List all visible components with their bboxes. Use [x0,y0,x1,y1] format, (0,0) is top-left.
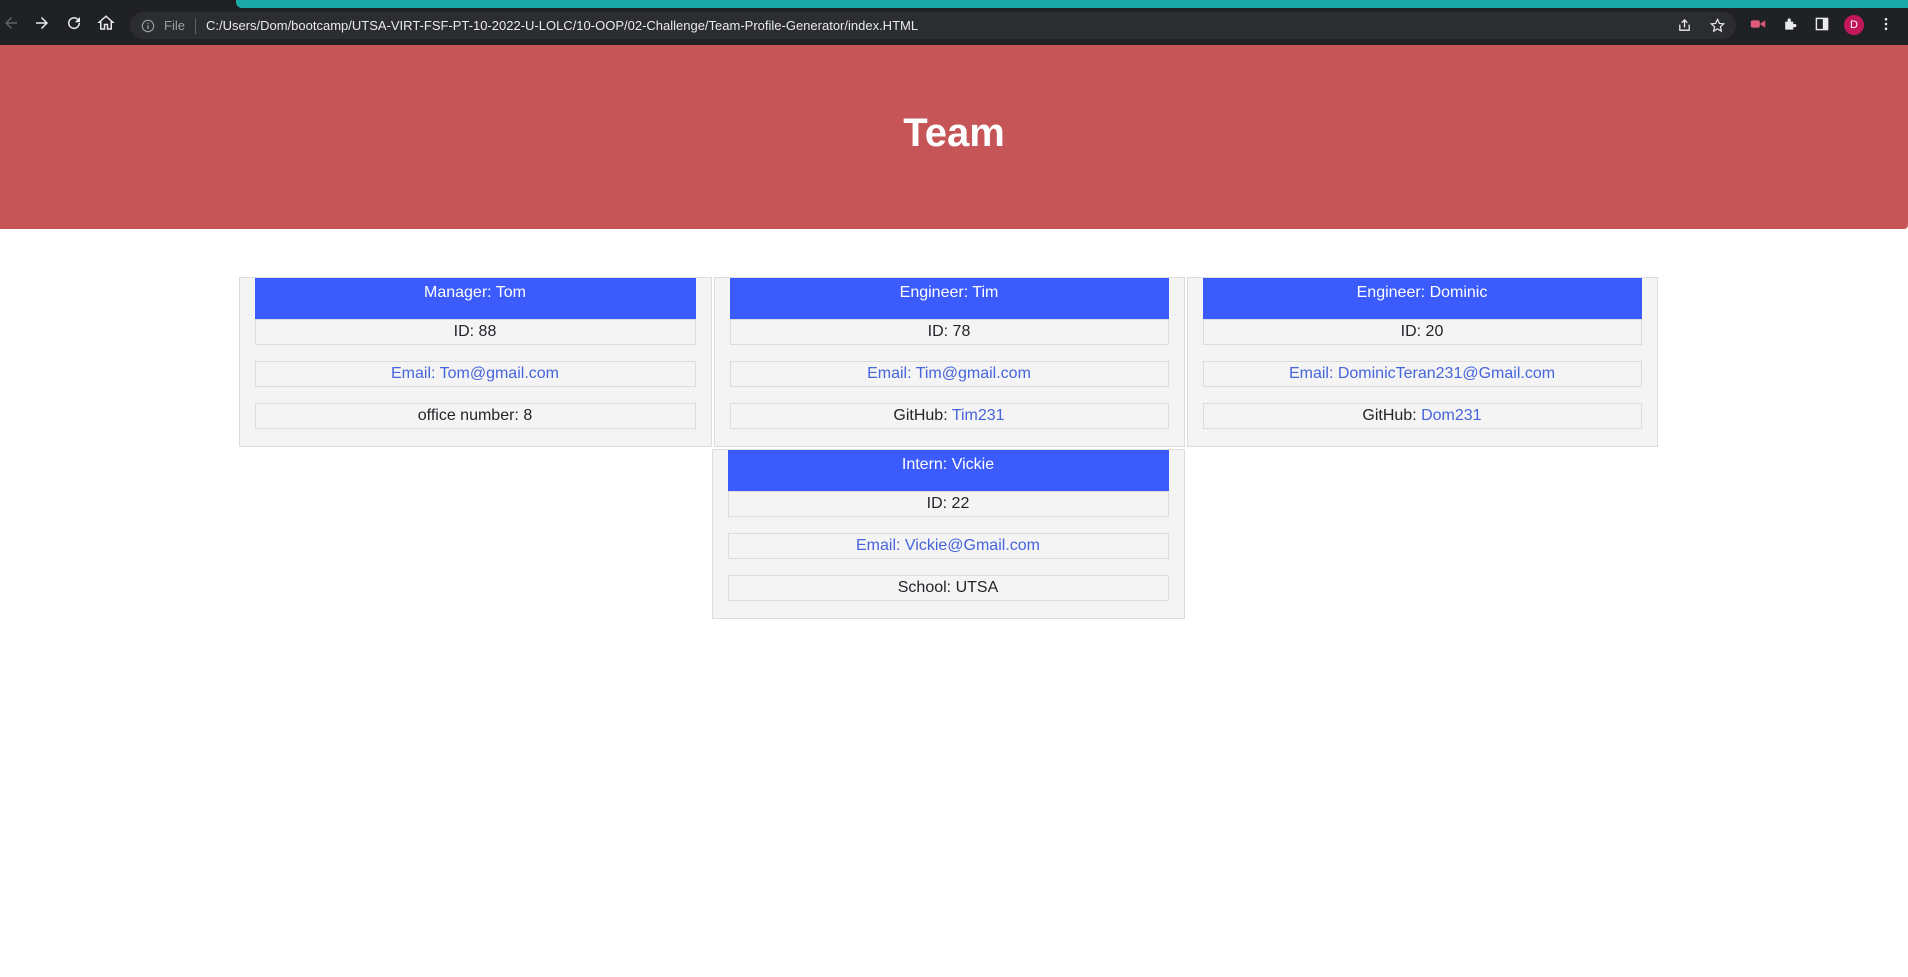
file-scheme-label: File [164,18,185,33]
card-header: Manager: Tom [254,278,696,319]
member-office-number: office number: 8 [254,403,696,429]
member-email-link[interactable]: Email: DominicTeran231@Gmail.com [1202,361,1642,387]
card-header: Engineer: Dominic [1202,278,1642,319]
member-github: GitHub: Dom231 [1202,403,1642,429]
share-icon[interactable] [1676,17,1693,34]
member-card: Manager: Tom ID: 88 Email: Tom@gmail.com… [238,277,712,447]
divider [194,17,196,34]
github-label: GitHub: [1362,407,1422,424]
profile-avatar[interactable]: D [1844,15,1864,35]
member-email-link[interactable]: Email: Tom@gmail.com [254,361,696,387]
card-header: Engineer: Tim [729,278,1169,319]
side-panel-icon[interactable] [1812,14,1832,34]
member-id: ID: 78 [729,319,1169,345]
forward-icon[interactable] [31,12,53,34]
bookmark-star-icon[interactable] [1709,17,1726,34]
github-link[interactable]: Dom231 [1421,407,1481,424]
member-card: Engineer: Tim ID: 78 Email: Tim@gmail.co… [713,277,1185,447]
member-card: Engineer: Dominic ID: 20 Email: DominicT… [1186,277,1658,447]
address-bar[interactable]: File C:/Users/Dom/bootcamp/UTSA-VIRT-FSF… [130,12,1736,39]
card-header: Intern: Vickie [727,450,1169,491]
github-link[interactable]: Tim231 [952,407,1005,424]
extension-icon[interactable] [1748,14,1768,34]
page-header: Team [0,45,1908,229]
home-icon[interactable] [95,12,117,34]
github-label: GitHub: [893,407,952,424]
team-cards: Manager: Tom ID: 88 Email: Tom@gmail.com… [237,277,1659,621]
member-email-link[interactable]: Email: Tim@gmail.com [729,361,1169,387]
back-icon[interactable] [0,12,22,34]
member-id: ID: 22 [727,491,1169,517]
info-icon[interactable] [140,18,156,34]
member-card: Intern: Vickie ID: 22 Email: Vickie@Gmai… [711,449,1185,619]
member-id: ID: 20 [1202,319,1642,345]
kebab-menu-icon[interactable] [1876,14,1896,34]
member-email-link[interactable]: Email: Vickie@Gmail.com [727,533,1169,559]
url-text[interactable]: C:/Users/Dom/bootcamp/UTSA-VIRT-FSF-PT-1… [206,18,918,33]
reload-icon[interactable] [63,12,85,34]
puzzle-extensions-icon[interactable] [1780,14,1800,34]
tab-strip [236,0,1908,8]
page-title: Team [903,110,1005,155]
browser-toolbar: File C:/Users/Dom/bootcamp/UTSA-VIRT-FSF… [0,0,1908,45]
member-school: School: UTSA [727,575,1169,601]
member-id: ID: 88 [254,319,696,345]
member-github: GitHub: Tim231 [729,403,1169,429]
